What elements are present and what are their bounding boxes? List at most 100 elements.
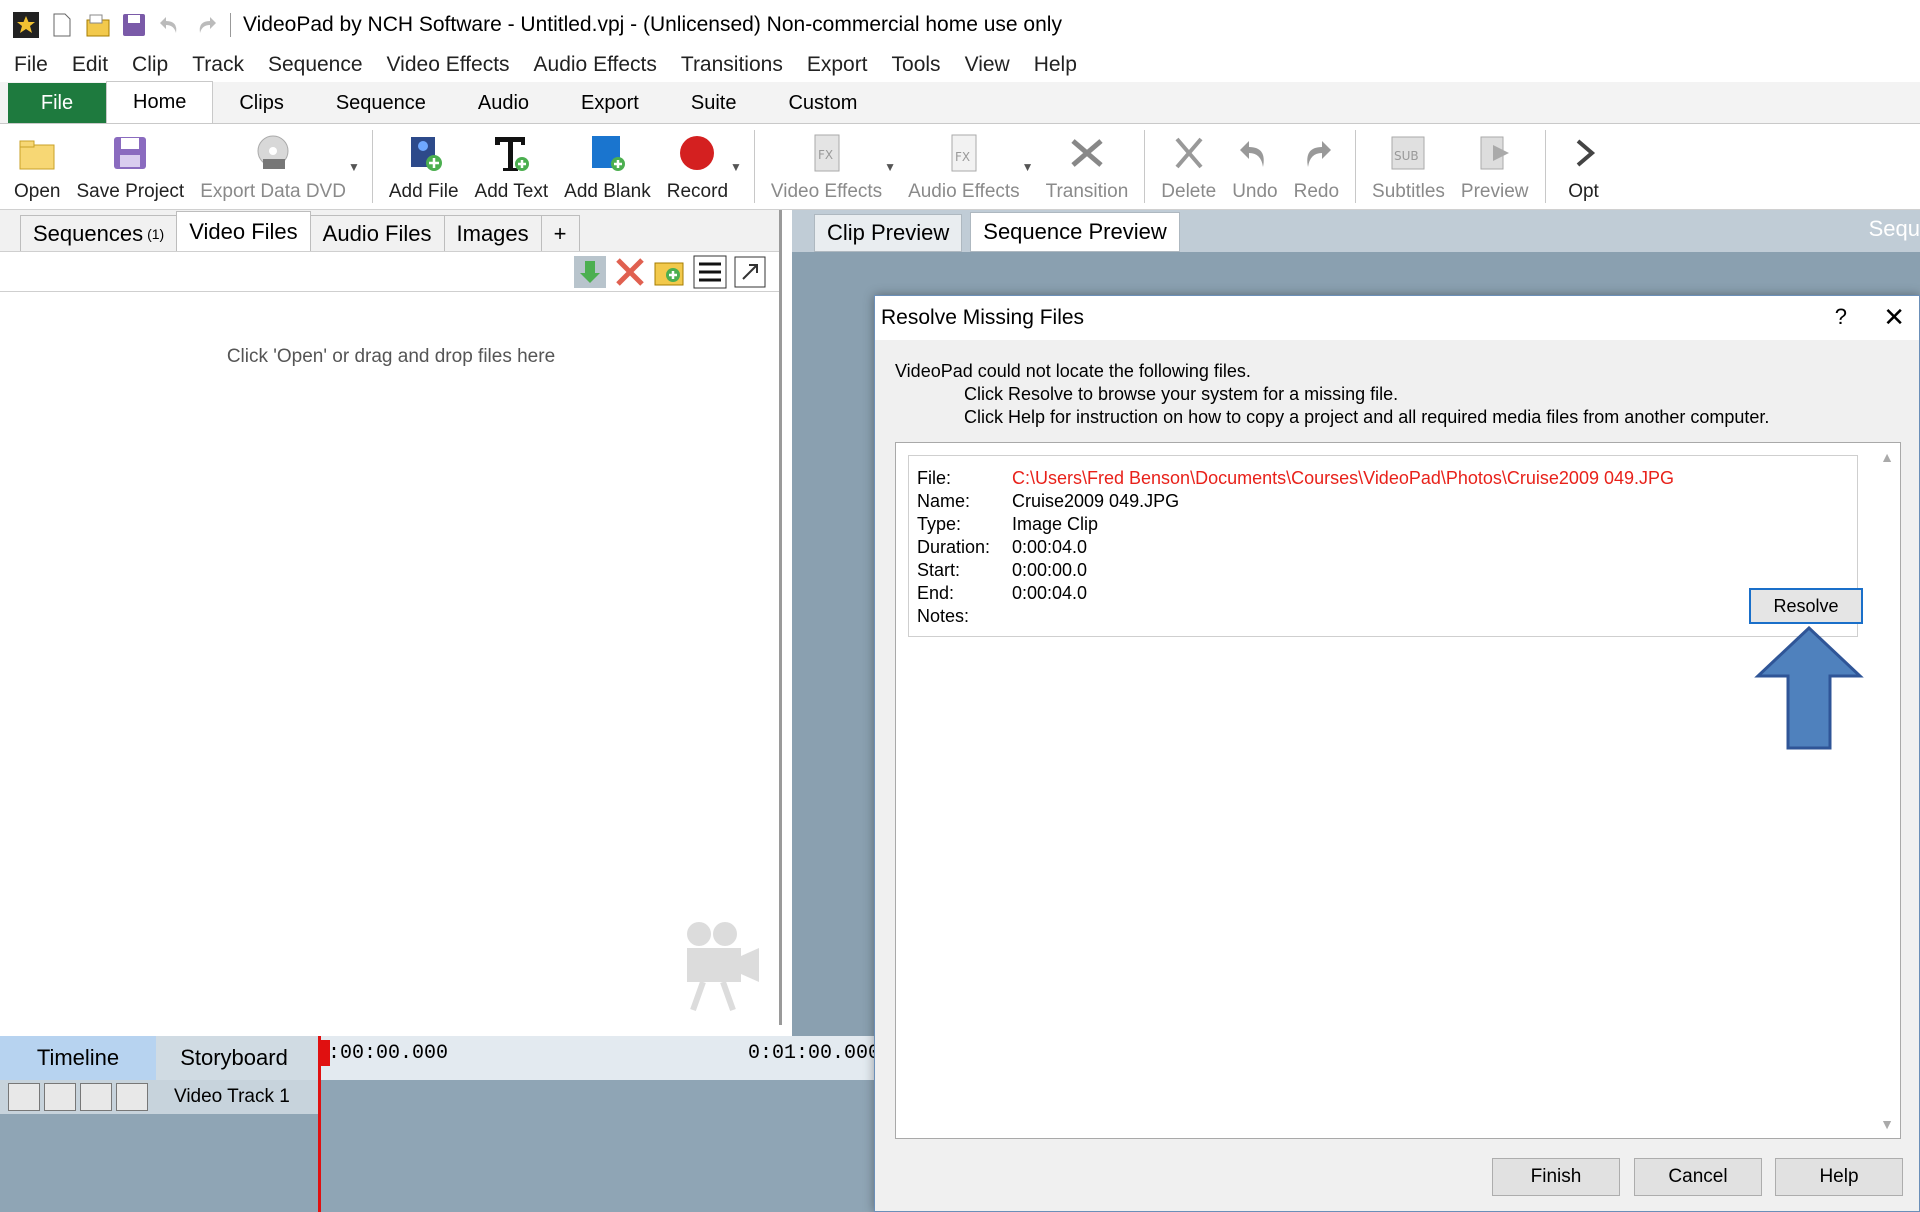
audio-effects-dropdown-icon[interactable]: ▼: [1022, 160, 1034, 174]
save-icon[interactable]: [120, 11, 148, 39]
menu-clip[interactable]: Clip: [132, 53, 168, 77]
collapse-track-icon[interactable]: [8, 1083, 40, 1111]
audio-effects-button[interactable]: FX Audio Effects: [900, 124, 1028, 209]
redo-button[interactable]: Redo: [1286, 124, 1347, 209]
tab-video-files[interactable]: Video Files: [176, 211, 311, 251]
menu-transitions[interactable]: Transitions: [681, 53, 783, 77]
missing-file-path: C:\Users\Fred Benson\Documents\Courses\V…: [1012, 468, 1675, 488]
tab-sequence[interactable]: Sequence: [310, 83, 452, 123]
tab-audio-files[interactable]: Audio Files: [309, 215, 445, 251]
bin-toolbar: [0, 252, 779, 292]
list-view-icon[interactable]: [693, 255, 727, 289]
menu-video-effects[interactable]: Video Effects: [387, 53, 510, 77]
sequences-count: (1): [147, 225, 165, 242]
lock-icon[interactable]: [116, 1083, 148, 1111]
window-title: VideoPad by NCH Software - Untitled.vpj …: [230, 13, 1062, 37]
dialog-title-bar: Resolve Missing Files ? ✕: [875, 296, 1919, 340]
options-icon: [1562, 131, 1606, 175]
preview-button[interactable]: Preview: [1453, 124, 1537, 209]
undo-icon[interactable]: [156, 11, 184, 39]
dialog-help-icon[interactable]: ?: [1835, 304, 1847, 330]
menu-view[interactable]: View: [965, 53, 1010, 77]
video-effects-button[interactable]: FX Video Effects: [763, 124, 890, 209]
add-bin-tab-button[interactable]: +: [540, 215, 580, 251]
options-button[interactable]: Opt: [1554, 124, 1614, 209]
scroll-down-icon[interactable]: ▼: [1880, 1116, 1894, 1132]
tab-file[interactable]: File: [8, 83, 106, 123]
help-button[interactable]: Help: [1775, 1158, 1903, 1196]
menu-track[interactable]: Track: [192, 53, 244, 77]
text-icon: [489, 131, 533, 175]
preview-icon: [1473, 131, 1517, 175]
track-people-icon[interactable]: [80, 1083, 112, 1111]
menu-help[interactable]: Help: [1034, 53, 1077, 77]
delete-icon: [1167, 131, 1211, 175]
tab-suite[interactable]: Suite: [665, 83, 763, 123]
video-effects-dropdown-icon[interactable]: ▼: [884, 160, 896, 174]
playhead-handle[interactable]: [318, 1040, 330, 1066]
file-type: Image Clip: [1012, 514, 1099, 534]
new-bin-icon[interactable]: [653, 255, 687, 289]
tab-sequences[interactable]: Sequences (1): [20, 215, 178, 251]
redo-icon[interactable]: [192, 11, 220, 39]
export-dropdown-icon[interactable]: ▼: [348, 160, 360, 174]
record-dropdown-icon[interactable]: ▼: [730, 160, 742, 174]
timeline-header: Timeline Storyboard :00:00.000 0:01:00.0…: [0, 1036, 880, 1080]
tab-custom[interactable]: Custom: [762, 83, 883, 123]
add-blank-button[interactable]: Add Blank: [556, 124, 659, 209]
record-button[interactable]: Record: [659, 124, 736, 209]
menu-audio-effects[interactable]: Audio Effects: [534, 53, 657, 77]
tab-sequence-preview[interactable]: Sequence Preview: [970, 212, 1180, 252]
ribbon-tabs: File Home Clips Sequence Audio Export Su…: [0, 81, 1920, 124]
undo-button[interactable]: Undo: [1224, 124, 1285, 209]
file-name: Cruise2009 049.JPG: [1012, 491, 1180, 511]
tab-images[interactable]: Images: [443, 215, 542, 251]
tab-storyboard[interactable]: Storyboard: [156, 1036, 312, 1080]
remove-icon[interactable]: [613, 255, 647, 289]
menu-sequence[interactable]: Sequence: [268, 53, 363, 77]
save-project-button[interactable]: Save Project: [68, 124, 192, 209]
transition-icon: [1065, 131, 1109, 175]
menu-edit[interactable]: Edit: [72, 53, 108, 77]
tab-home[interactable]: Home: [106, 81, 214, 123]
time-ruler[interactable]: :00:00.000 0:01:00.000: [318, 1036, 880, 1080]
svg-text:SUB: SUB: [1394, 149, 1419, 163]
subtitles-icon: SUB: [1386, 131, 1430, 175]
tab-clip-preview[interactable]: Clip Preview: [814, 214, 963, 252]
video-camera-icon: [685, 920, 765, 1019]
tab-clips[interactable]: Clips: [213, 83, 309, 123]
preview-tabs: Clip Preview Sequence Preview: [792, 210, 1920, 252]
finish-button[interactable]: Finish: [1492, 1158, 1620, 1196]
open-button[interactable]: Open: [6, 124, 68, 209]
import-icon[interactable]: [573, 255, 607, 289]
add-file-icon: [402, 131, 446, 175]
add-file-button[interactable]: Add File: [381, 124, 467, 209]
undock-panel-icon[interactable]: [733, 255, 767, 289]
missing-files-list[interactable]: File: C:\Users\Fred Benson\Documents\Cour…: [895, 442, 1901, 1139]
file-duration: 0:00:04.0: [1012, 537, 1088, 557]
missing-file-item[interactable]: File: C:\Users\Fred Benson\Documents\Cour…: [908, 455, 1863, 637]
menu-tools[interactable]: Tools: [892, 53, 941, 77]
open-project-icon[interactable]: [84, 11, 112, 39]
new-file-icon[interactable]: [48, 11, 76, 39]
tab-audio[interactable]: Audio: [452, 83, 555, 123]
menu-file[interactable]: File: [14, 53, 48, 77]
folder-icon: [15, 131, 59, 175]
resolve-button[interactable]: Resolve: [1749, 588, 1863, 624]
add-text-button[interactable]: Add Text: [467, 124, 557, 209]
menu-export[interactable]: Export: [807, 53, 868, 77]
cancel-button[interactable]: Cancel: [1634, 1158, 1762, 1196]
blank-clip-icon: [585, 131, 629, 175]
transition-button[interactable]: Transition: [1038, 124, 1137, 209]
track-name: Video Track 1: [174, 1086, 290, 1107]
tab-timeline[interactable]: Timeline: [0, 1036, 156, 1080]
export-data-dvd-button[interactable]: Export Data DVD: [192, 124, 354, 209]
delete-button[interactable]: Delete: [1153, 124, 1224, 209]
subtitles-button[interactable]: SUB Subtitles: [1364, 124, 1453, 209]
tab-export[interactable]: Export: [555, 83, 665, 123]
quick-access-toolbar: [12, 11, 220, 39]
eye-icon[interactable]: [44, 1083, 76, 1111]
video-fx-icon: FX: [805, 131, 849, 175]
dialog-close-icon[interactable]: ✕: [1883, 302, 1905, 333]
scroll-up-icon[interactable]: ▲: [1880, 449, 1894, 465]
